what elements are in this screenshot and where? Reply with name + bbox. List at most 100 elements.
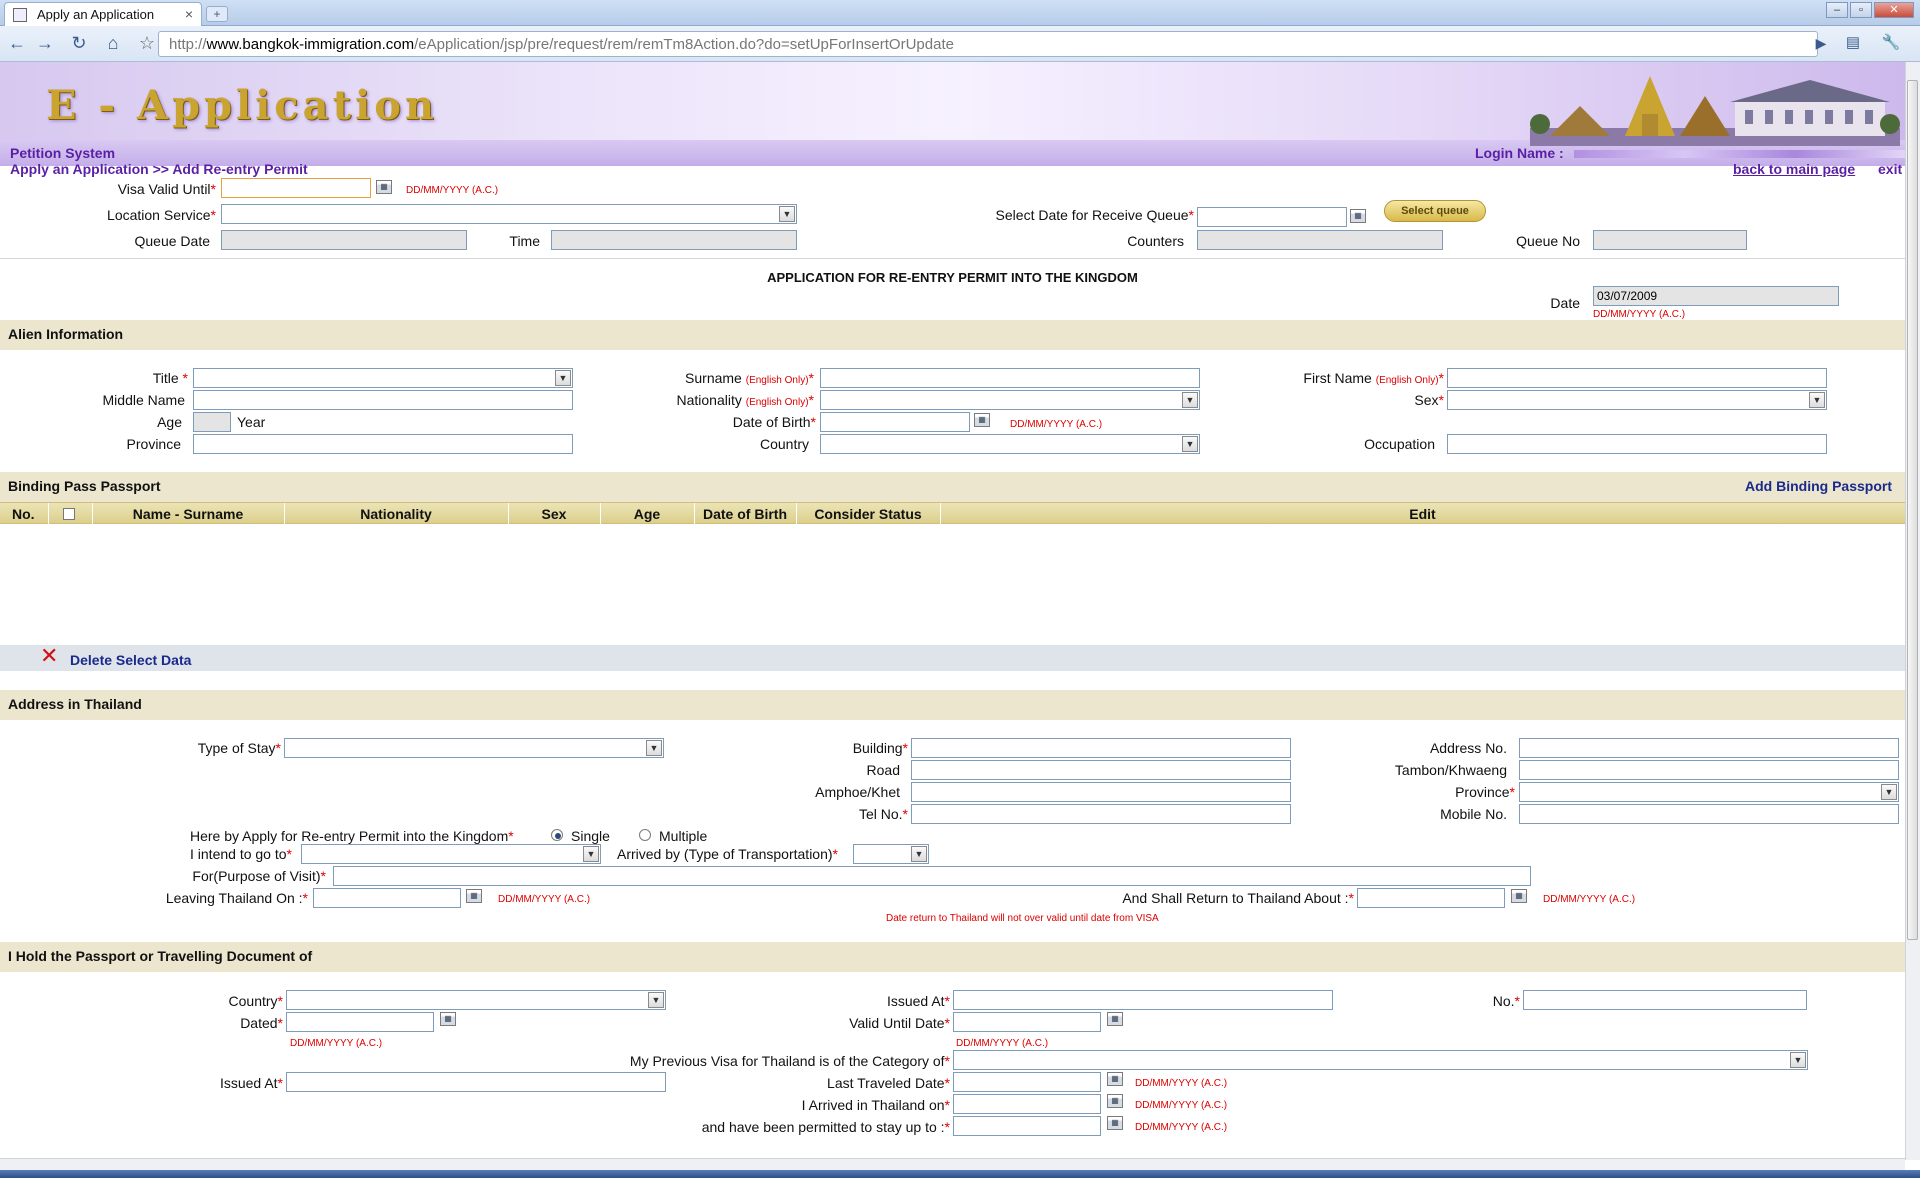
- last-traveled-hint: DD/MM/YYYY (A.C.): [1135, 1078, 1228, 1089]
- permitted-stay-input[interactable]: [953, 1116, 1101, 1136]
- dated-input[interactable]: [286, 1012, 434, 1032]
- back-arrow-icon[interactable]: ←: [4, 32, 30, 56]
- reload-icon[interactable]: ↻: [66, 32, 92, 56]
- back-to-main-link[interactable]: back to main page: [1733, 161, 1855, 177]
- issued-at-input[interactable]: [953, 990, 1333, 1010]
- single-radio[interactable]: [551, 829, 563, 841]
- arrived-by-label: Arrived by (Type of Transportation)*: [617, 846, 838, 862]
- receive-queue-date-input[interactable]: [1197, 207, 1347, 227]
- section-binding-pass-passport: Binding Pass Passport: [0, 472, 1905, 502]
- alien-country-select[interactable]: ▼: [820, 434, 1200, 454]
- transportation-select[interactable]: ▼: [853, 844, 929, 864]
- breadcrumb: Apply an Application >> Add Re-entry Per…: [10, 161, 308, 177]
- visa-valid-until-calendar-icon[interactable]: ▦: [376, 180, 392, 194]
- column-header-edit: Edit: [1409, 506, 1436, 522]
- permitted-stay-calendar-icon[interactable]: ▦: [1107, 1116, 1123, 1130]
- select-all-checkbox[interactable]: [63, 508, 75, 520]
- passport-country-select[interactable]: ▼: [286, 990, 666, 1010]
- close-window-button[interactable]: ✕: [1874, 2, 1914, 18]
- vertical-scrollbar-thumb[interactable]: [1907, 80, 1918, 940]
- visa-valid-until-input[interactable]: [221, 178, 371, 198]
- horizontal-scrollbar[interactable]: [0, 1158, 1905, 1170]
- home-icon[interactable]: ⌂: [100, 32, 126, 56]
- sex-select[interactable]: ▼: [1447, 390, 1827, 410]
- intend-to-go-select[interactable]: ▼: [301, 844, 601, 864]
- application-date-hint: DD/MM/YYYY (A.C.): [1593, 309, 1686, 320]
- valid-until-input[interactable]: [953, 1012, 1101, 1032]
- leaving-on-input[interactable]: [313, 888, 461, 908]
- location-service-label: Location Service*: [107, 207, 216, 223]
- go-play-icon[interactable]: ▶: [1808, 32, 1834, 56]
- binding-table-header: No. Name - Surname Nationality Sex Age D…: [0, 502, 1905, 525]
- close-tab-icon[interactable]: ×: [185, 6, 193, 22]
- last-traveled-calendar-icon[interactable]: ▦: [1107, 1072, 1123, 1086]
- select-queue-button[interactable]: Select queue: [1384, 200, 1486, 222]
- valid-until-calendar-icon[interactable]: ▦: [1107, 1012, 1123, 1026]
- mobile-input[interactable]: [1519, 804, 1899, 824]
- middle-name-label: Middle Name: [102, 392, 185, 408]
- location-service-select[interactable]: ▼: [221, 204, 797, 224]
- multiple-radio[interactable]: [639, 829, 651, 841]
- address-province-select[interactable]: ▼: [1519, 782, 1899, 802]
- login-name-label: Login Name :: [1475, 145, 1564, 161]
- country-label: Country: [759, 436, 809, 452]
- return-about-input[interactable]: [1357, 888, 1505, 908]
- amphoe-label: Amphoe/Khet: [815, 784, 900, 800]
- application-date-field: [1593, 286, 1839, 306]
- wrench-menu-icon[interactable]: 🔧: [1878, 32, 1904, 56]
- passport-no-input[interactable]: [1523, 990, 1807, 1010]
- return-about-calendar-icon[interactable]: ▦: [1511, 889, 1527, 903]
- last-traveled-input[interactable]: [953, 1072, 1101, 1092]
- chevron-down-icon: ▼: [583, 846, 599, 862]
- exit-link[interactable]: exit: [1878, 161, 1902, 177]
- occupation-label: Occupation: [1364, 436, 1435, 452]
- browser-tab[interactable]: Apply an Application ×: [4, 2, 202, 26]
- alien-province-input[interactable]: [193, 434, 573, 454]
- arrived-on-calendar-icon[interactable]: ▦: [1107, 1094, 1123, 1108]
- issued-at2-input[interactable]: [286, 1072, 666, 1092]
- previous-visa-select[interactable]: ▼: [953, 1050, 1808, 1070]
- nationality-select[interactable]: ▼: [820, 390, 1200, 410]
- leaving-on-calendar-icon[interactable]: ▦: [466, 889, 482, 903]
- visa-valid-until-label: Visa Valid Until*: [117, 181, 216, 197]
- middle-name-input[interactable]: [193, 390, 573, 410]
- building-input[interactable]: [911, 738, 1291, 758]
- road-label: Road: [866, 762, 900, 778]
- permitted-stay-hint: DD/MM/YYYY (A.C.): [1135, 1122, 1228, 1133]
- title-select[interactable]: ▼: [193, 368, 573, 388]
- arrived-on-input[interactable]: [953, 1094, 1101, 1114]
- dob-input[interactable]: [820, 412, 970, 432]
- occupation-input[interactable]: [1447, 434, 1827, 454]
- age-field: [193, 412, 231, 432]
- type-of-stay-select[interactable]: ▼: [284, 738, 664, 758]
- bookmark-star-icon[interactable]: ☆: [134, 32, 160, 56]
- address-bar[interactable]: http://www.bangkok-immigration.com/eAppl…: [158, 31, 1818, 57]
- new-tab-button[interactable]: +: [206, 6, 228, 22]
- dob-hint: DD/MM/YYYY (A.C.): [1010, 419, 1103, 430]
- address-no-label: Address No.: [1429, 740, 1507, 756]
- add-binding-passport-link[interactable]: Add Binding Passport: [1745, 478, 1892, 494]
- page-menu-icon[interactable]: ▤: [1840, 32, 1866, 56]
- building-label: Building*: [852, 740, 908, 756]
- receive-queue-calendar-icon[interactable]: ▦: [1350, 209, 1366, 223]
- surname-input[interactable]: [820, 368, 1200, 388]
- road-input[interactable]: [911, 760, 1291, 780]
- return-note: Date return to Thailand will not over va…: [886, 913, 1159, 924]
- issued-at2-label: Issued At*: [219, 1075, 283, 1091]
- amphoe-input[interactable]: [911, 782, 1291, 802]
- tel-input[interactable]: [911, 804, 1291, 824]
- dated-calendar-icon[interactable]: ▦: [440, 1012, 456, 1026]
- delete-x-icon[interactable]: ✕: [40, 645, 58, 667]
- restore-window-button[interactable]: ▫: [1850, 2, 1872, 18]
- address-no-input[interactable]: [1519, 738, 1899, 758]
- tambon-input[interactable]: [1519, 760, 1899, 780]
- apply-for-label: Here by Apply for Re-entry Permit into t…: [190, 828, 514, 844]
- url-prefix: http://: [169, 36, 207, 53]
- delete-select-data-link[interactable]: Delete Select Data: [70, 652, 191, 668]
- forward-arrow-icon[interactable]: →: [32, 32, 58, 56]
- dob-calendar-icon[interactable]: ▦: [974, 413, 990, 427]
- minimize-window-button[interactable]: –: [1826, 2, 1848, 18]
- first-name-input[interactable]: [1447, 368, 1827, 388]
- arrived-on-label: I Arrived in Thailand on*: [801, 1097, 950, 1113]
- purpose-input[interactable]: [333, 866, 1531, 886]
